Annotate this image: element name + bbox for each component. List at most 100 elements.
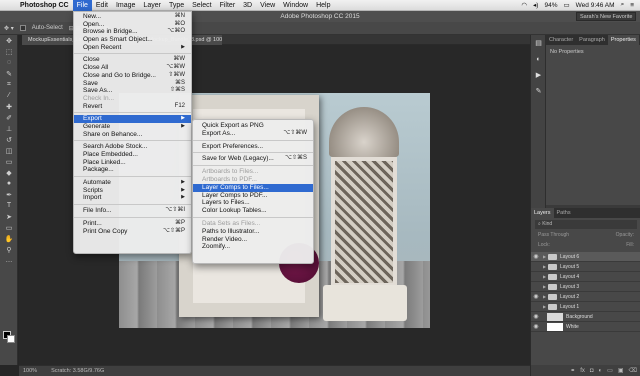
- menu-item[interactable]: Export As... ⌥⇧⌘W: [193, 130, 313, 138]
- background-color-swatch[interactable]: [7, 335, 15, 343]
- expand-arrow-icon[interactable]: ▶: [541, 294, 548, 299]
- menu-item[interactable]: Export Preferences...: [193, 143, 313, 151]
- brush-panel-icon[interactable]: ✎: [531, 83, 546, 99]
- tab-character[interactable]: Character: [546, 35, 576, 45]
- menu-window[interactable]: Window: [279, 0, 312, 11]
- menu-item[interactable]: Save for Web (Legacy)... ⌥⇧⌘S: [193, 155, 313, 163]
- trash-icon[interactable]: ⌫: [629, 367, 637, 374]
- group-icon[interactable]: ▭: [607, 367, 613, 374]
- menu-item[interactable]: Generate ▶: [74, 123, 191, 131]
- hand-tool-icon[interactable]: ✋: [0, 233, 18, 244]
- volume-icon[interactable]: ◂): [533, 1, 538, 9]
- menu-type[interactable]: Type: [165, 0, 188, 11]
- gradient-tool-icon[interactable]: ▭: [0, 156, 18, 167]
- menu-3d[interactable]: 3D: [239, 0, 256, 11]
- adjustment-icon[interactable]: ◐: [599, 368, 603, 374]
- menu-item[interactable]: Close ⌘W: [74, 56, 191, 64]
- visibility-eye-icon[interactable]: ◉: [531, 323, 541, 330]
- stamp-tool-icon[interactable]: ⊥: [0, 123, 18, 134]
- menu-item[interactable]: Search Adobe Stock...: [74, 143, 191, 151]
- brush-tool-icon[interactable]: ✐: [0, 112, 18, 123]
- menu-item[interactable]: Paths to Illustrator...: [193, 228, 313, 236]
- expand-arrow-icon[interactable]: ▶: [541, 284, 548, 289]
- visibility-eye-icon[interactable]: ◉: [531, 253, 541, 260]
- zoom-tool-icon[interactable]: ⚲: [0, 244, 18, 255]
- expand-arrow-icon[interactable]: ▶: [541, 304, 548, 309]
- tab-paragraph[interactable]: Paragraph: [576, 35, 608, 45]
- blend-mode-select[interactable]: Pass Through: [538, 231, 569, 240]
- battery-percent[interactable]: 94%: [544, 2, 557, 9]
- menu-item[interactable]: Open as Smart Object...: [74, 36, 191, 44]
- visibility-eye-icon[interactable]: ◉: [531, 313, 541, 320]
- crop-tool-icon[interactable]: ⌗: [0, 79, 18, 90]
- tab-properties[interactable]: Properties: [607, 35, 639, 45]
- zoom-level[interactable]: 100%: [23, 368, 37, 374]
- menu-item[interactable]: Layer Comps to PDF...: [193, 192, 313, 200]
- history-brush-icon[interactable]: ↺: [0, 134, 18, 145]
- menu-filter[interactable]: Filter: [216, 0, 240, 11]
- mask-icon[interactable]: ◘: [590, 368, 594, 374]
- menu-item[interactable]: Close All ⌥⌘W: [74, 64, 191, 72]
- layer-row[interactable]: ◉ ▶ Layout 2: [531, 292, 640, 302]
- expand-arrow-icon[interactable]: ▶: [541, 274, 548, 279]
- link-icon[interactable]: ⚭: [570, 367, 575, 374]
- clock[interactable]: Wed 9:46 AM: [576, 2, 615, 9]
- marquee-tool-icon[interactable]: ⬚: [0, 46, 18, 57]
- menu-item[interactable]: Print... ⌘P: [74, 220, 191, 228]
- path-select-tool-icon[interactable]: ➤: [0, 211, 18, 222]
- menu-item[interactable]: Quick Export as PNG: [193, 122, 313, 130]
- pen-tool-icon[interactable]: ✒: [0, 189, 18, 200]
- menu-item[interactable]: Layer Comps to Files...: [193, 183, 313, 192]
- eraser-tool-icon[interactable]: ◫: [0, 145, 18, 156]
- menu-item[interactable]: Import ▶: [74, 194, 191, 202]
- menu-view[interactable]: View: [256, 0, 279, 11]
- menu-file[interactable]: File: [72, 0, 92, 11]
- lasso-tool-icon[interactable]: ◌: [0, 57, 18, 68]
- menu-help[interactable]: Help: [312, 0, 334, 11]
- app-menu[interactable]: Photoshop CC: [16, 0, 73, 11]
- menu-image[interactable]: Image: [112, 0, 139, 11]
- menu-select[interactable]: Select: [188, 0, 215, 11]
- search-icon[interactable]: ⌕: [621, 1, 625, 9]
- menu-layer[interactable]: Layer: [139, 0, 165, 11]
- menu-item[interactable]: Place Linked...: [74, 159, 191, 167]
- doc-info[interactable]: Scratch: 3.58G/9.76G: [51, 368, 104, 374]
- wifi-icon[interactable]: ◠: [521, 1, 527, 9]
- menu-item[interactable]: File Info... ⌥⇧⌘I: [74, 207, 191, 215]
- adjustments-panel-icon[interactable]: ◐: [531, 51, 546, 67]
- menu-item[interactable]: Save As... ⇧⌘S: [74, 87, 191, 95]
- visibility-eye-icon[interactable]: ◉: [531, 293, 541, 300]
- shape-tool-icon[interactable]: ▭: [0, 222, 18, 233]
- quick-select-tool-icon[interactable]: ✎: [0, 68, 18, 79]
- eyedropper-tool-icon[interactable]: ⁄: [0, 90, 18, 101]
- workspace-switcher[interactable]: Sarah's New Favorite: [576, 12, 636, 21]
- menu-item[interactable]: New... ⌘N: [74, 13, 191, 21]
- healing-tool-icon[interactable]: ✚: [0, 101, 18, 112]
- menu-item[interactable]: Close and Go to Bridge... ⇧⌘W: [74, 72, 191, 80]
- menu-item[interactable]: Browse in Bridge... ⌥⌘O: [74, 28, 191, 36]
- layer-row[interactable]: ◉ Background: [531, 312, 640, 322]
- tab-layers[interactable]: Layers: [531, 208, 554, 218]
- type-tool-icon[interactable]: T: [0, 200, 18, 211]
- menu-item[interactable]: Zoomify...: [193, 243, 313, 251]
- layer-row[interactable]: ▶ Layout 1: [531, 302, 640, 312]
- menu-item[interactable]: Open Recent ▶: [74, 44, 191, 52]
- move-tool-icon[interactable]: ✥ ▾: [4, 25, 14, 32]
- menu-item[interactable]: Package...: [74, 166, 191, 174]
- menu-item[interactable]: Automate ▶: [74, 179, 191, 187]
- menu-item[interactable]: Scripts ▶: [74, 187, 191, 195]
- more-tools-icon[interactable]: …: [0, 255, 18, 266]
- auto-select-checkbox[interactable]: [19, 25, 26, 31]
- tab-paths[interactable]: Paths: [554, 208, 574, 218]
- layer-filter[interactable]: ⌕ Kind: [535, 220, 637, 229]
- menu-item[interactable]: Share on Behance...: [74, 131, 191, 139]
- layer-row[interactable]: ◉ ▶ Layout 6: [531, 252, 640, 262]
- menu-item[interactable]: Layers to Files...: [193, 199, 313, 207]
- actions-panel-icon[interactable]: ▶: [531, 67, 546, 83]
- menu-item[interactable]: Revert F12: [74, 103, 191, 111]
- menu-item[interactable]: Print One Copy ⌥⇧⌘P: [74, 228, 191, 236]
- new-layer-icon[interactable]: ▣: [618, 367, 624, 374]
- move-tool-icon[interactable]: ✥: [0, 35, 18, 46]
- expand-arrow-icon[interactable]: ▶: [541, 254, 548, 259]
- layer-row[interactable]: ▶ Layout 3: [531, 282, 640, 292]
